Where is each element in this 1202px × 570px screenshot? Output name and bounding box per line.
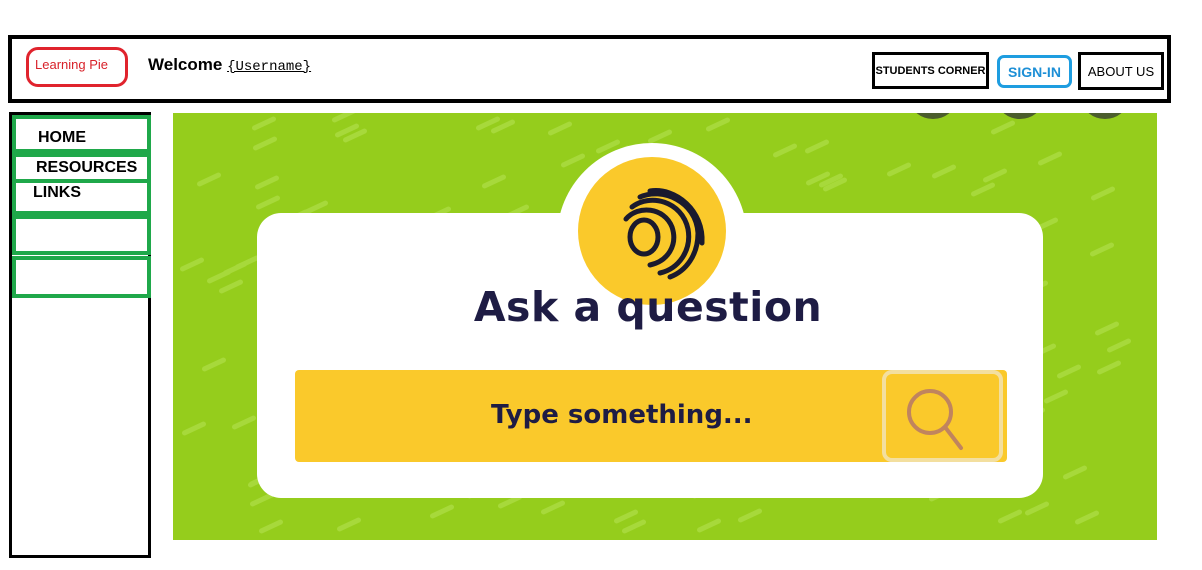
background-texture xyxy=(252,135,278,152)
welcome-label: Welcome xyxy=(148,55,223,74)
background-texture xyxy=(540,499,566,516)
search-placeholder: Type something... xyxy=(491,400,753,430)
background-texture xyxy=(196,171,222,188)
background-texture xyxy=(251,115,277,132)
background-texture xyxy=(772,142,798,159)
background-texture xyxy=(970,181,996,198)
background-texture xyxy=(234,254,260,271)
background-texture xyxy=(254,174,280,191)
search-icon xyxy=(907,389,963,450)
students-corner-button[interactable]: STUDENTS CORNER xyxy=(872,52,989,89)
sidebar-item-empty[interactable] xyxy=(12,215,151,255)
background-texture xyxy=(1024,500,1050,517)
username: {Username} xyxy=(227,59,312,75)
sidebar-item-links[interactable]: LINKS xyxy=(12,179,151,215)
sidebar-item-empty[interactable] xyxy=(12,256,151,298)
background-texture xyxy=(982,167,1008,184)
background-texture xyxy=(737,507,763,524)
background-texture xyxy=(886,161,912,178)
background-texture xyxy=(1074,509,1100,526)
background-texture xyxy=(804,138,830,155)
background-texture xyxy=(179,256,205,273)
background-texture xyxy=(1089,241,1115,258)
background-texture xyxy=(336,516,362,533)
background-texture xyxy=(255,194,281,211)
background-texture xyxy=(481,173,507,190)
background-texture xyxy=(647,128,673,145)
background-texture xyxy=(547,120,573,137)
background-texture xyxy=(1106,337,1132,354)
background-texture xyxy=(1090,185,1116,202)
background-texture xyxy=(1043,388,1069,405)
background-texture xyxy=(705,116,731,133)
background-texture xyxy=(621,518,647,535)
sidebar: HOME RESOURCES LINKS xyxy=(9,112,151,558)
decorative-dot xyxy=(1083,113,1127,119)
search-button[interactable] xyxy=(882,370,1003,462)
background-texture xyxy=(331,113,357,124)
background-texture xyxy=(429,503,455,520)
card-title: Ask a question xyxy=(473,283,823,331)
decorative-dot xyxy=(998,113,1042,119)
background-texture xyxy=(1037,150,1063,167)
search-input[interactable]: Type something... xyxy=(295,370,1007,462)
background-texture xyxy=(231,414,257,431)
top-header: Learning Pie Welcome {Username} STUDENTS… xyxy=(8,35,1171,103)
sidebar-item-home[interactable]: HOME xyxy=(12,115,151,153)
decorative-dot xyxy=(911,113,955,119)
welcome-message: Welcome {Username} xyxy=(148,55,311,75)
background-texture xyxy=(1056,363,1082,380)
hero-banner: Ask a question Type something... xyxy=(173,113,1157,540)
background-texture xyxy=(997,508,1023,525)
about-us-button[interactable]: ABOUT US xyxy=(1078,52,1164,90)
background-texture xyxy=(181,420,207,437)
background-texture xyxy=(931,163,957,180)
background-texture xyxy=(696,517,722,534)
background-texture xyxy=(990,119,1016,136)
background-texture xyxy=(1096,359,1122,376)
logo[interactable]: Learning Pie xyxy=(26,47,128,87)
background-texture xyxy=(1062,464,1088,481)
background-texture xyxy=(258,518,284,535)
sign-in-button[interactable]: SIGN-IN xyxy=(997,55,1072,88)
background-texture xyxy=(201,356,227,373)
